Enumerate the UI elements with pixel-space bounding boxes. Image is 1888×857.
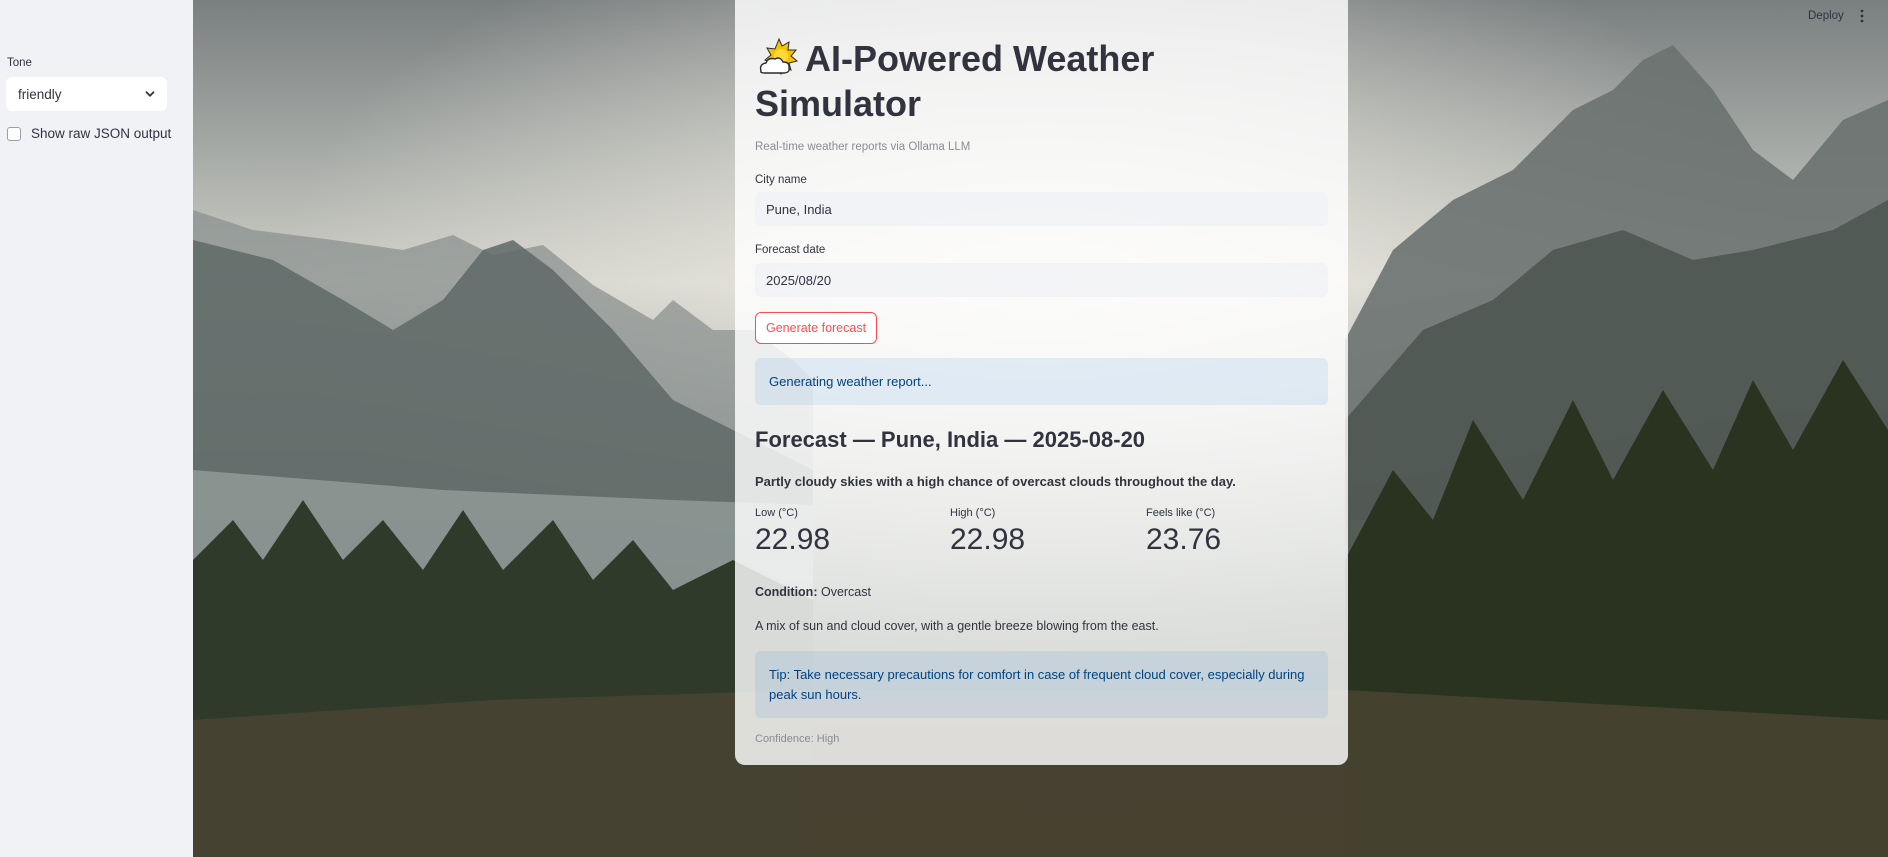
sun-behind-cloud-icon [759, 37, 799, 76]
date-input[interactable]: 2025/08/20 [755, 263, 1328, 297]
page-title: AI-Powered Weather Simulator [755, 36, 1175, 126]
raw-json-checkbox[interactable] [7, 126, 21, 141]
metric-feels-like: Feels like (°C) 23.76 [1146, 507, 1221, 557]
metric-low-value: 22.98 [755, 523, 831, 556]
chevron-down-icon [145, 91, 155, 97]
raw-json-label: Show raw JSON output [31, 126, 172, 141]
page-title-text: AI-Powered Weather Simulator [755, 38, 1155, 124]
forecast-heading: Forecast — Pune, India — 2025-08-20 [755, 427, 1146, 452]
main-card: AI-Powered Weather Simulator Real-time w… [735, 0, 1348, 765]
sidebar: Tone friendly Show raw JSON output [0, 0, 193, 857]
vertical-dots-icon[interactable] [1859, 9, 1865, 23]
metric-high-value: 22.98 [950, 523, 1026, 556]
metric-low: Low (°C) 22.98 [755, 507, 830, 557]
condition-line: Condition: Overcast [755, 585, 871, 599]
metric-feels-like-label: Feels like (°C) [1146, 507, 1216, 519]
city-label: City name [755, 174, 807, 186]
metric-feels-like-value: 23.76 [1146, 523, 1222, 556]
condition-label: Condition: [755, 585, 818, 599]
tone-select[interactable]: friendly [6, 77, 167, 111]
condition-value: Overcast [820, 585, 871, 599]
date-label: Forecast date [755, 244, 826, 256]
generate-forecast-button[interactable]: Generate forecast [755, 312, 878, 344]
forecast-summary: Partly cloudy skies with a high chance o… [755, 474, 1236, 489]
status-message: Generating weather report... [755, 358, 1328, 405]
page-caption: Real-time weather reports via Ollama LLM [755, 141, 971, 153]
tip-box: Tip: Take necessary precautions for comf… [755, 651, 1328, 718]
metric-low-label: Low (°C) [755, 507, 798, 519]
metric-high-label: High (°C) [950, 507, 996, 519]
deploy-button[interactable]: Deploy [1808, 10, 1844, 22]
forecast-description: A mix of sun and cloud cover, with a gen… [755, 619, 1159, 633]
tone-select-value: friendly [18, 86, 62, 102]
city-input[interactable]: Pune, India [755, 192, 1328, 226]
raw-json-option[interactable]: Show raw JSON output [7, 126, 171, 141]
confidence-text: Confidence: High [755, 733, 840, 745]
metric-high: High (°C) 22.98 [950, 507, 1025, 557]
tone-label: Tone [7, 57, 32, 69]
